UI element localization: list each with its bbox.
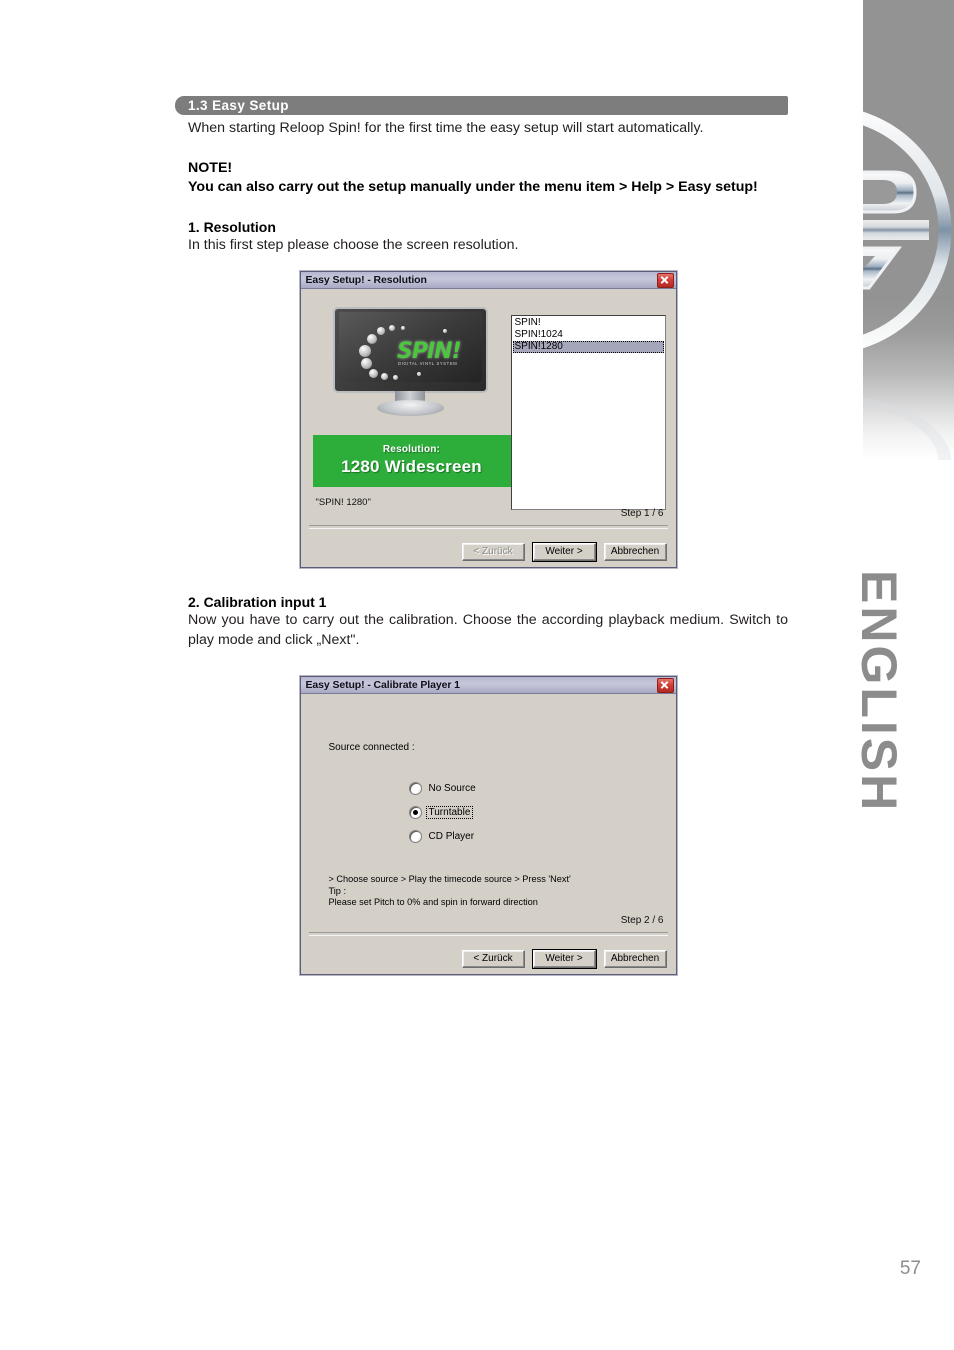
dialog1-title: Easy Setup! - Resolution bbox=[305, 274, 427, 286]
list-item[interactable]: SPIN!1024 bbox=[513, 329, 664, 341]
dialog2-body: Source connected : No Source Turntable C… bbox=[301, 694, 676, 974]
document-content: 1.3 Easy Setup When starting Reloop Spin… bbox=[175, 96, 788, 975]
spin-logo: SPIN! DIGITAL VINYL SYSTEM bbox=[357, 325, 469, 381]
radio-no-source[interactable]: No Source bbox=[408, 776, 478, 800]
resolution-banner-value: 1280 Widescreen bbox=[341, 457, 482, 476]
dialog-easy-setup-resolution[interactable]: Easy Setup! - Resolution SPIN! DIGITAL V… bbox=[299, 271, 677, 568]
radio-cd-player[interactable]: CD Player bbox=[408, 824, 478, 848]
dialog2-titlebar[interactable]: Easy Setup! - Calibrate Player 1 bbox=[300, 677, 676, 694]
dialog1-step-indicator: Step 1 / 6 bbox=[620, 508, 664, 519]
monitor-screen: SPIN! DIGITAL VINYL SYSTEM bbox=[333, 307, 488, 393]
hint-line-3: Please set Pitch to 0% and spin in forwa… bbox=[328, 897, 538, 907]
dialog1-separator bbox=[308, 525, 668, 529]
back-button[interactable]: < Zurück bbox=[461, 950, 525, 968]
dialog2-separator bbox=[308, 932, 668, 936]
resolution-banner: Resolution: 1280 Widescreen bbox=[312, 435, 511, 487]
radio-label: CD Player bbox=[428, 830, 475, 842]
resolution-listbox[interactable]: SPIN! SPIN!1024 SPIN!1280 bbox=[510, 315, 666, 510]
hint-line-1: > Choose source > Play the timecode sour… bbox=[328, 874, 571, 884]
list-item[interactable]: SPIN!1280 bbox=[512, 341, 664, 353]
source-radio-group[interactable]: No Source Turntable CD Player bbox=[408, 776, 478, 848]
monitor-stand-base bbox=[377, 400, 444, 416]
calibration-hint-block: > Choose source > Play the timecode sour… bbox=[329, 874, 571, 909]
radio-label: No Source bbox=[428, 782, 476, 794]
dialog2-step-indicator: Step 2 / 6 bbox=[620, 915, 664, 926]
radio-icon bbox=[408, 781, 422, 795]
radio-turntable[interactable]: Turntable bbox=[408, 800, 478, 824]
close-icon[interactable] bbox=[656, 677, 674, 693]
note-body: You can also carry out the setup manuall… bbox=[188, 179, 758, 195]
radio-icon bbox=[408, 829, 422, 843]
next-button[interactable]: Weiter > bbox=[531, 542, 597, 562]
dialog2-title: Easy Setup! - Calibrate Player 1 bbox=[305, 679, 460, 691]
note-heading: NOTE! bbox=[188, 159, 233, 176]
dialog-easy-setup-calibrate-player-1[interactable]: Easy Setup! - Calibrate Player 1 Source … bbox=[299, 676, 677, 975]
dialog1-button-row: < Zurück Weiter > Abbrechen bbox=[461, 542, 667, 562]
dialog1-titlebar[interactable]: Easy Setup! - Resolution bbox=[300, 272, 676, 289]
radio-label: Turntable bbox=[425, 805, 474, 819]
monitor-illustration: SPIN! DIGITAL VINYL SYSTEM bbox=[333, 307, 488, 416]
page-number: 57 bbox=[899, 1258, 921, 1279]
dialog1-body: SPIN! DIGITAL VINYL SYSTEM Resolution: 1… bbox=[301, 289, 676, 567]
radio-icon bbox=[408, 805, 422, 819]
resolution-caption: "SPIN! 1280" bbox=[315, 497, 371, 508]
dialog2-button-row: < Zurück Weiter > Abbrechen bbox=[461, 949, 667, 969]
source-connected-label: Source connected : bbox=[328, 742, 415, 753]
section-header-bar: 1.3 Easy Setup bbox=[175, 96, 788, 115]
note-block: NOTE! You can also carry out the setup m… bbox=[188, 159, 788, 198]
cancel-button[interactable]: Abbrechen bbox=[603, 543, 667, 561]
step1-heading: 1. Resolution bbox=[188, 218, 276, 235]
list-item[interactable]: SPIN! bbox=[513, 317, 664, 329]
back-button[interactable]: < Zurück bbox=[461, 543, 525, 561]
step1-text: In this first step please choose the scr… bbox=[188, 236, 519, 253]
language-label: ENGLISH bbox=[851, 570, 907, 814]
hint-line-2: Tip : bbox=[328, 885, 347, 896]
cancel-button[interactable]: Abbrechen bbox=[603, 950, 667, 968]
spin-logo-subtitle: DIGITAL VINYL SYSTEM bbox=[398, 361, 458, 366]
language-side-band bbox=[863, 0, 954, 460]
step2-text: Now you have to carry out the calibratio… bbox=[188, 612, 788, 648]
resolution-preview: SPIN! DIGITAL VINYL SYSTEM Resolution: 1… bbox=[311, 307, 511, 508]
close-icon[interactable] bbox=[656, 272, 674, 288]
section-intro-text: When starting Reloop Spin! for the first… bbox=[188, 120, 704, 136]
step2-heading: 2. Calibration input 1 bbox=[188, 594, 327, 610]
next-button[interactable]: Weiter > bbox=[531, 949, 597, 969]
section-title: 1.3 Easy Setup bbox=[188, 98, 289, 113]
resolution-banner-label: Resolution: bbox=[382, 444, 441, 455]
